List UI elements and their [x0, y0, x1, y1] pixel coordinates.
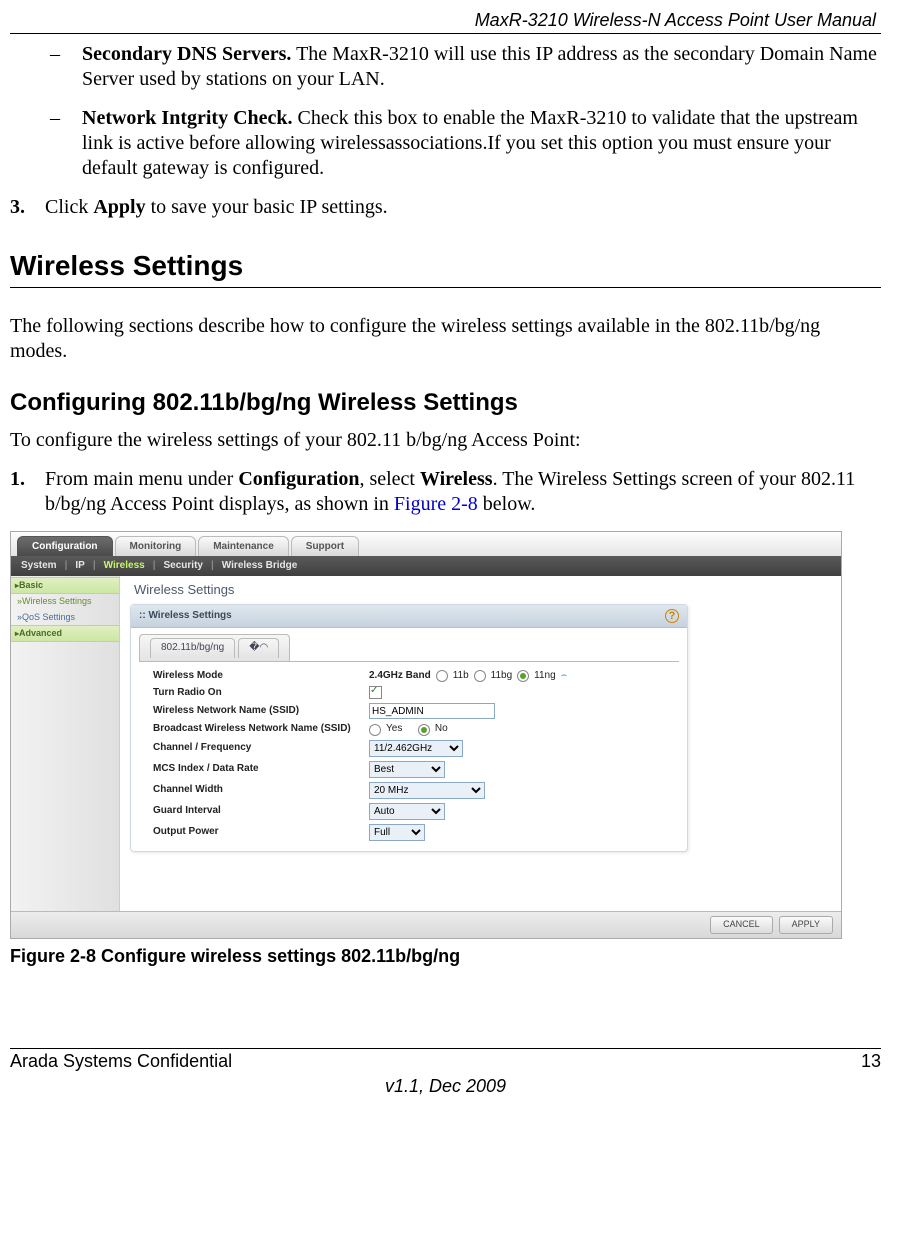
- step-3: 3. Click Apply to save your basic IP set…: [10, 195, 881, 220]
- step-1: 1. From main menu under Configuration, s…: [10, 467, 881, 517]
- panel-title: Wireless Settings: [134, 582, 831, 598]
- bullet-label: Secondary DNS Servers.: [82, 43, 291, 65]
- intro-paragraph: The following sections describe how to c…: [10, 314, 881, 364]
- label-broadcast-ssid: Broadcast Wireless Network Name (SSID): [153, 723, 369, 736]
- settings-card: :: Wireless Settings ? 802.11b/bg/ng�◠ W…: [130, 604, 688, 852]
- action-bar: CANCEL APPLY: [11, 911, 841, 938]
- sidebar-qos-settings[interactable]: QoS Settings: [11, 610, 119, 625]
- help-icon[interactable]: ?: [665, 609, 679, 623]
- label-guard-interval: Guard Interval: [153, 805, 369, 818]
- label-output-power: Output Power: [153, 826, 369, 839]
- tab-monitoring[interactable]: Monitoring: [115, 536, 197, 557]
- bold-word: Configuration: [238, 468, 359, 490]
- tab-maintenance[interactable]: Maintenance: [198, 536, 289, 557]
- label-yes: Yes: [386, 723, 402, 736]
- submenu-system[interactable]: System: [21, 560, 57, 573]
- label-channel-width: Channel Width: [153, 784, 369, 797]
- label-ssid: Wireless Network Name (SSID): [153, 705, 369, 718]
- wireless-settings-screenshot: Configuration Monitoring Maintenance Sup…: [10, 531, 842, 939]
- tab-support[interactable]: Support: [291, 536, 359, 557]
- dash-icon: –: [50, 106, 82, 181]
- radio-11b-label: 11b: [453, 670, 469, 683]
- select-output-power[interactable]: Full: [369, 824, 425, 841]
- dash-icon: –: [50, 42, 82, 92]
- footer-version: v1.1, Dec 2009: [10, 1076, 881, 1097]
- submenu-wireless-bridge[interactable]: Wireless Bridge: [222, 560, 298, 573]
- radio-broadcast-yes[interactable]: [369, 724, 381, 736]
- main-panel: Wireless Settings :: Wireless Settings ?…: [120, 576, 841, 911]
- figure-link[interactable]: Figure 2-8: [394, 493, 478, 515]
- radio-11bg[interactable]: [474, 670, 486, 682]
- wifi-icon: �◠: [238, 638, 279, 658]
- band-label: 2.4GHz Band: [369, 670, 431, 683]
- header-rule: [10, 33, 881, 34]
- bullet-label: Network Intgrity Check.: [82, 107, 293, 129]
- footer-confidential: Arada Systems Confidential: [10, 1051, 232, 1072]
- main-tab-row: Configuration Monitoring Maintenance Sup…: [11, 532, 841, 556]
- label-mcs: MCS Index / Data Rate: [153, 763, 369, 776]
- sidebar-basic[interactable]: Basic: [11, 577, 119, 594]
- radio-11bg-label: 11bg: [491, 670, 513, 683]
- select-channel-width[interactable]: 20 MHz: [369, 782, 485, 799]
- submenu-security[interactable]: Security: [164, 560, 203, 573]
- bullet-network-integrity: – Network Intgrity Check. Check this box…: [50, 106, 881, 181]
- submenu-wireless[interactable]: Wireless: [104, 560, 145, 573]
- step-number: 3.: [10, 195, 45, 220]
- sidebar-wireless-settings[interactable]: Wireless Settings: [11, 594, 119, 609]
- tab-configuration[interactable]: Configuration: [17, 536, 113, 557]
- step-text: below.: [478, 493, 536, 515]
- section-rule: [10, 287, 881, 288]
- submenu-ip[interactable]: IP: [75, 560, 84, 573]
- sub-menu: System| IP| Wireless| Security| Wireless…: [11, 556, 841, 576]
- label-turn-radio-on: Turn Radio On: [153, 687, 369, 700]
- radio-11b[interactable]: [436, 670, 448, 682]
- checkbox-radio-on[interactable]: [369, 686, 382, 699]
- radio-11ng-label: 11ng: [534, 670, 556, 683]
- select-channel[interactable]: 11/2.462GHz: [369, 740, 463, 757]
- section-heading-wireless-settings: Wireless Settings: [10, 248, 881, 283]
- sub-intro: To configure the wireless settings of yo…: [10, 428, 881, 453]
- inner-tab-80211[interactable]: 802.11b/bg/ng�◠: [139, 634, 290, 661]
- radio-11ng[interactable]: [517, 670, 529, 682]
- apply-button[interactable]: APPLY: [779, 916, 833, 933]
- card-title: :: Wireless Settings: [139, 610, 232, 623]
- step-text: to save your basic IP settings.: [146, 196, 388, 218]
- wifi-icon: ⌢: [561, 670, 568, 683]
- footer-rule: [10, 1048, 881, 1049]
- label-no: No: [435, 723, 448, 736]
- sidebar-advanced[interactable]: Advanced: [11, 625, 119, 642]
- select-guard-interval[interactable]: Auto: [369, 803, 445, 820]
- step-text: Click: [45, 196, 93, 218]
- sidebar: Basic Wireless Settings QoS Settings Adv…: [11, 576, 120, 911]
- label-channel: Channel / Frequency: [153, 742, 369, 755]
- step-text: , select: [359, 468, 420, 490]
- step-number: 1.: [10, 467, 45, 517]
- bold-word: Wireless: [420, 468, 493, 490]
- apply-word: Apply: [93, 196, 145, 218]
- figure-caption: Figure 2-8 Configure wireless settings 8…: [10, 945, 881, 968]
- bullet-secondary-dns: – Secondary DNS Servers. The MaxR-3210 w…: [50, 42, 881, 92]
- footer-page-number: 13: [861, 1051, 881, 1072]
- input-ssid[interactable]: [369, 703, 495, 719]
- step-text: From main menu under: [45, 468, 238, 490]
- cancel-button[interactable]: CANCEL: [710, 916, 773, 933]
- radio-broadcast-no[interactable]: [418, 724, 430, 736]
- subsection-heading: Configuring 802.11b/bg/ng Wireless Setti…: [10, 388, 881, 418]
- doc-header-title: MaxR-3210 Wireless-N Access Point User M…: [10, 10, 881, 31]
- label-wireless-mode: Wireless Mode: [153, 670, 369, 683]
- select-mcs[interactable]: Best: [369, 761, 445, 778]
